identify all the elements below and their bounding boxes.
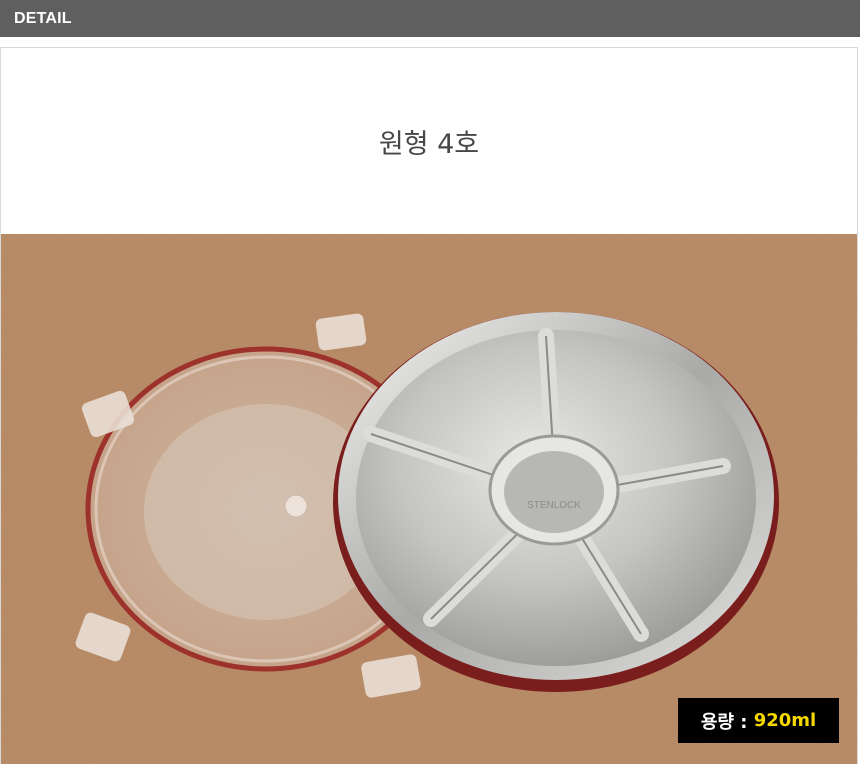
capacity-label: 용량 : bbox=[700, 711, 748, 733]
capacity-value: 920ml bbox=[753, 710, 817, 731]
title-panel: 원형 4호 bbox=[0, 47, 858, 234]
brand-mark: STENLOCK bbox=[527, 500, 581, 511]
product-photo-illustration: STENLOCK bbox=[1, 234, 857, 764]
tray: STENLOCK bbox=[333, 312, 779, 692]
product-title: 원형 4호 bbox=[378, 129, 480, 160]
product-photo: STENLOCK bbox=[0, 234, 858, 764]
section-header-label: DETAIL bbox=[14, 9, 72, 27]
capacity-badge: 용량 : 920ml bbox=[678, 698, 839, 743]
section-header: DETAIL bbox=[0, 0, 860, 37]
